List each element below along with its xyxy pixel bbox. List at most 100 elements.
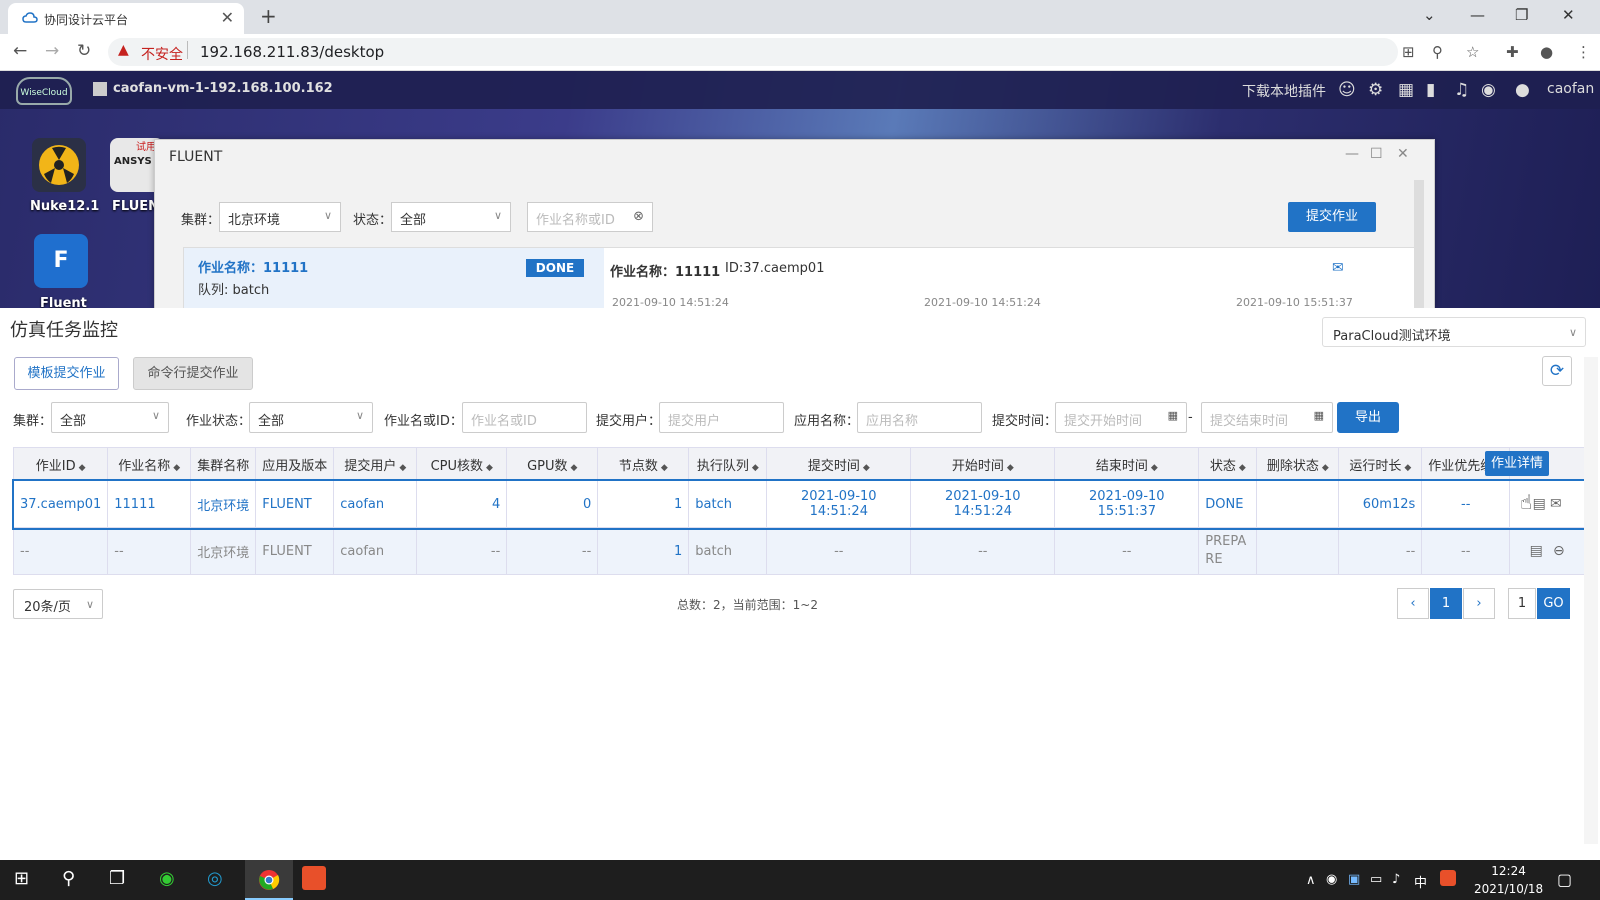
document-icon[interactable]: ▤ [1533, 496, 1546, 512]
volume-icon[interactable]: ♪ [1392, 872, 1400, 887]
restore-icon[interactable]: ❐ [1515, 6, 1528, 24]
filter-user-input[interactable]: 提交用户 [659, 402, 784, 433]
fluent-status-select[interactable]: 全部 ∨ [391, 202, 511, 232]
document-icon[interactable]: ▤ [1530, 543, 1543, 559]
ime-indicator[interactable]: 中 [1414, 872, 1427, 891]
calendar-icon[interactable]: ▦ [1398, 80, 1414, 100]
reload-icon[interactable]: ↻ [77, 41, 91, 61]
next-page-icon[interactable]: › [1463, 588, 1495, 619]
url-text[interactable]: 192.168.211.83/desktop [200, 43, 384, 61]
fluent-minimize-icon[interactable]: — [1345, 146, 1359, 162]
col-start-time[interactable]: 开始时间 ◆ [910, 447, 1056, 481]
warning-icon[interactable]: ▲ [118, 42, 129, 58]
environment-select[interactable]: ParaCloud测试环境 ∨ [1322, 317, 1586, 347]
col-submit-user[interactable]: 提交用户 ◆ [333, 447, 418, 481]
bookmark-star-icon[interactable]: ☆ [1466, 43, 1479, 61]
col-status[interactable]: 状态 ◆ [1198, 447, 1258, 481]
network-icon[interactable]: ▭ [1370, 872, 1382, 887]
fluent-close-icon[interactable]: ✕ [1397, 146, 1409, 162]
filter-end-time-input[interactable]: 提交结束时间 ▦ [1201, 402, 1333, 433]
chrome-taskbar-button[interactable] [245, 860, 293, 900]
col-job-id[interactable]: 作业ID ◆ [12, 447, 109, 481]
new-tab-button[interactable]: + [260, 4, 277, 28]
back-icon[interactable]: ← [13, 41, 27, 61]
tab-search-icon[interactable]: ⌄ [1423, 6, 1436, 24]
fluent-job-summary[interactable]: 作业名称：11111 队列: batch DONE [184, 248, 604, 308]
tab-template-submit[interactable]: 模板提交作业 [14, 357, 119, 390]
bell-icon[interactable]: ♫ [1454, 80, 1469, 100]
submit-job-button[interactable]: 提交作业 [1288, 202, 1376, 232]
page-1-button[interactable]: 1 [1430, 588, 1462, 619]
sort-icon[interactable]: ◆ [173, 463, 180, 473]
nuke-app-icon[interactable] [32, 138, 86, 192]
fluent-f-app-icon[interactable]: F [34, 234, 88, 288]
user-avatar-icon[interactable]: ● [1515, 80, 1530, 100]
task-view-icon[interactable]: ❐ [109, 868, 125, 889]
fluent-cluster-select[interactable]: 北京环境 ∨ [219, 202, 341, 232]
cell-job-name[interactable]: 11111 [107, 480, 192, 528]
wechat-icon[interactable]: ◉ [1481, 80, 1496, 100]
sort-icon[interactable]: ◆ [1239, 463, 1246, 473]
goto-page-input[interactable]: 1 [1508, 588, 1536, 619]
filter-start-time-input[interactable]: 提交开始时间 ▦ [1055, 402, 1187, 433]
browser-alt-taskbar-icon[interactable]: ◎ [207, 868, 223, 889]
zoom-icon[interactable]: ⚲ [1432, 43, 1443, 61]
col-runtime[interactable]: 运行时长 ◆ [1338, 447, 1423, 481]
fluent-maximize-icon[interactable]: ☐ [1370, 146, 1383, 162]
tray-app-icon[interactable]: ▣ [1348, 872, 1360, 887]
sort-icon[interactable]: ◆ [1404, 463, 1411, 473]
prev-page-icon[interactable]: ‹ [1397, 588, 1429, 619]
cancel-circle-icon[interactable]: ⊖ [1553, 543, 1565, 559]
search-icon[interactable]: ⚲ [62, 868, 75, 889]
notification-icon[interactable]: ▢ [1557, 870, 1572, 889]
sort-icon[interactable]: ◆ [1322, 463, 1329, 473]
filter-app-input[interactable]: 应用名称 [857, 402, 982, 433]
col-cpu[interactable]: CPU核数 ◆ [416, 447, 508, 481]
filter-job-name-input[interactable]: 作业名或ID [462, 402, 587, 433]
desktop-username[interactable]: caofan [1547, 81, 1594, 97]
filter-job-status-select[interactable]: 全部 ∨ [249, 402, 373, 433]
sort-icon[interactable]: ◆ [486, 463, 493, 473]
window-close-icon[interactable]: ✕ [1562, 6, 1575, 24]
sort-icon[interactable]: ◆ [1151, 463, 1158, 473]
cell-job-id[interactable]: 37.caemp01 [12, 480, 109, 528]
fluent-scrollbar[interactable] [1414, 180, 1424, 308]
forward-icon[interactable]: → [45, 41, 59, 61]
browser-tab[interactable]: 协同设计云平台 ✕ [8, 3, 244, 34]
tray-wechat-icon[interactable]: ◉ [1326, 872, 1337, 887]
clear-icon[interactable]: ⊗ [633, 209, 644, 224]
taskbar-clock[interactable]: 12:24 2021/10/18 [1474, 862, 1543, 898]
page-size-select[interactable]: 20条/页 ∨ [13, 589, 103, 619]
fluent-search-input[interactable]: 作业名称或ID ⊗ [527, 202, 653, 232]
go-button[interactable]: GO [1537, 588, 1570, 619]
sort-icon[interactable]: ◆ [661, 463, 668, 473]
sort-icon[interactable]: ◆ [571, 463, 578, 473]
filter-cluster-select[interactable]: 全部 ∨ [51, 402, 169, 433]
table-row[interactable]: -- -- 北京环境 FLUENT caofan -- -- 1 batch -… [12, 527, 1586, 575]
profile-icon[interactable]: ● [1540, 43, 1553, 61]
wechat-taskbar-icon[interactable]: ◉ [159, 868, 175, 889]
security-label[interactable]: 不安全 [141, 44, 183, 64]
vm-name[interactable]: caofan-vm-1-192.168.100.162 [113, 81, 333, 96]
fluent-job-card[interactable]: 作业名称：11111 队列: batch DONE 作业名称：11111 ID:… [183, 247, 1415, 308]
export-button[interactable]: 导出 [1337, 402, 1399, 433]
sort-icon[interactable]: ◆ [399, 463, 406, 473]
tab-close-icon[interactable]: ✕ [221, 8, 234, 27]
col-job-name[interactable]: 作业名称 ◆ [107, 447, 192, 481]
app-taskbar-icon[interactable] [302, 866, 326, 890]
download-plugin-link[interactable]: 下载本地插件 [1242, 81, 1326, 101]
col-end-time[interactable]: 结束时间 ◆ [1054, 447, 1200, 481]
stats-icon[interactable]: ▮ [1426, 80, 1435, 100]
browser-menu-icon[interactable]: ⋮ [1576, 43, 1591, 61]
tray-chevron-icon[interactable]: ∧ [1306, 873, 1316, 888]
refresh-icon[interactable]: ⟳ [1542, 356, 1572, 386]
sort-icon[interactable]: ◆ [79, 463, 86, 473]
table-row[interactable]: 37.caemp01 11111 北京环境 FLUENT caofan 4 0 … [11, 478, 1587, 530]
sort-icon[interactable]: ◆ [863, 463, 870, 473]
extensions-icon[interactable]: ✚ [1506, 43, 1519, 61]
mail-icon[interactable]: ✉ [1332, 260, 1344, 276]
col-queue[interactable]: 执行队列 ◆ [688, 447, 768, 481]
start-menu-icon[interactable]: ⊞ [14, 868, 29, 889]
sort-icon[interactable]: ◆ [1007, 463, 1014, 473]
minimize-icon[interactable]: — [1470, 6, 1485, 24]
